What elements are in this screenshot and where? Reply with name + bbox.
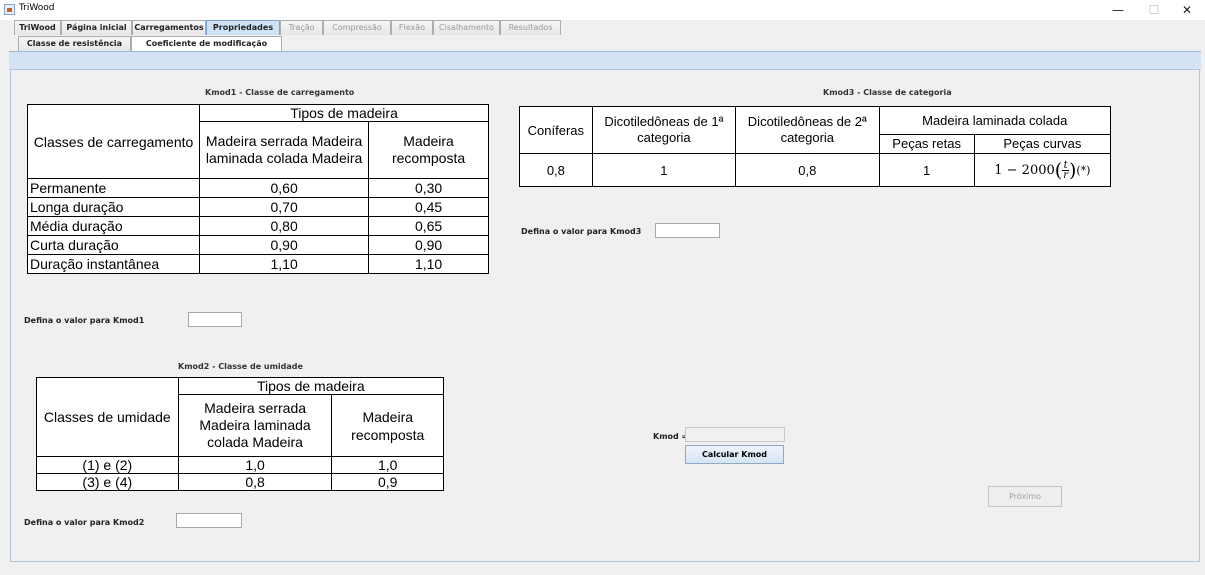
tab-carregamentos[interactable]: Carregamentos (132, 20, 206, 35)
kmod3-value-coniferas: 0,8 (519, 153, 593, 187)
tab-pagina-inicial[interactable]: Página inicial (61, 20, 132, 35)
kmod2-header-classes: Classes de umidade (36, 377, 179, 457)
tab-flexao[interactable]: Flexão (391, 20, 433, 35)
kmod3-table: Coníferas Dicotiledôneas de 1ª categoria… (519, 106, 1112, 187)
kmod1-header-recomposta: Madeira recomposta (368, 121, 489, 179)
table-row-label: (1) e (2) (36, 456, 179, 474)
tab-coeficiente-modificacao[interactable]: Coeficiente de modificação (131, 36, 282, 51)
kmod3-header-dicot1: Dicotiledôneas de 1ª categoria (591, 106, 737, 154)
table-cell: 0,30 (368, 178, 489, 198)
formula-prefix: 1 − 2000 (994, 162, 1055, 178)
table-cell: 0,45 (368, 197, 489, 217)
kmod2-header-recomposta: Madeira recomposta (331, 394, 444, 457)
kmod3-header-curvas: Peças curvas (973, 133, 1112, 155)
table-cell: 0,65 (368, 216, 489, 236)
kmod2-input[interactable] (176, 513, 242, 528)
tab-tracao[interactable]: Tração (280, 20, 323, 35)
kmod3-header-retas: Peças retas (878, 133, 975, 155)
kmod3-value-curvas: 1 − 2000(t r)(*) (973, 153, 1112, 187)
subtab-band (9, 51, 1201, 70)
title-bar: TriWood — ☐ ✕ (0, 0, 1205, 20)
kmod2-table: Classes de umidade Tipos de madeira Made… (36, 377, 445, 491)
kmod3-header-dicot2: Dicotiledôneas de 2ª categoria (735, 106, 880, 154)
kmod2-header-tipos: Tipos de madeira (177, 377, 445, 395)
table-cell: 1,0 (177, 456, 333, 474)
table-cell: 0,8 (177, 473, 333, 491)
table-cell: 0,90 (199, 235, 370, 255)
table-row-label: Média duração (26, 216, 201, 236)
kmod1-header-tipos: Tipos de madeira (199, 104, 489, 122)
kmod1-input[interactable] (188, 312, 242, 327)
kmod3-header-coniferas: Coníferas (519, 106, 593, 154)
tab-propriedades[interactable]: Propriedades (206, 20, 280, 35)
maximize-button[interactable]: ☐ (1136, 1, 1172, 19)
table-cell: 1,0 (331, 456, 444, 474)
kmod3-value-retas: 1 (878, 153, 975, 187)
formula-suffix: (*) (1076, 163, 1091, 177)
tab-compressao[interactable]: Compressão (323, 20, 391, 35)
proximo-button[interactable]: Próximo (988, 486, 1062, 507)
table-cell: 0,80 (199, 216, 370, 236)
table-row-label: Curta duração (26, 235, 201, 255)
kmod3-input[interactable] (655, 223, 720, 238)
table-cell: 0,70 (199, 197, 370, 217)
kmod-result-label: Kmod = (653, 432, 689, 441)
kmod-result-field (685, 427, 785, 442)
kmod3-value-dicot1: 1 (591, 153, 737, 187)
calcular-kmod-button[interactable]: Calcular Kmod (685, 445, 784, 464)
kmod2-header-serrada: Madeira serrada Madeira laminada colada … (177, 394, 333, 457)
kmod3-input-label: Defina o valor para Kmod3 (521, 227, 642, 236)
minimize-button[interactable]: — (1100, 1, 1136, 19)
curvas-formula: 1 − 2000(t r)(*) (994, 159, 1091, 181)
kmod1-input-label: Defina o valor para Kmod1 (24, 316, 145, 325)
kmod2-caption: Kmod2 - Classe de umidade (178, 362, 303, 371)
table-cell: 1,10 (199, 254, 370, 274)
kmod1-table: Classes de carregamento Tipos de madeira… (26, 104, 489, 274)
close-button[interactable]: ✕ (1169, 1, 1205, 19)
table-cell: 1,10 (368, 254, 489, 274)
table-row-label: (3) e (4) (36, 473, 179, 491)
kmod3-caption: Kmod3 - Classe de categoria (823, 88, 952, 97)
formula-fraction: tr (1062, 159, 1069, 181)
kmod2-input-label: Defina o valor para Kmod2 (24, 518, 145, 527)
formula-denominator: r (1063, 169, 1068, 181)
window-title: TriWood (19, 3, 55, 13)
kmod1-header-serrada: Madeira serrada Madeira laminada colada … (199, 121, 370, 179)
formula-numerator: t (1062, 159, 1069, 171)
kmod3-value-dicot2: 0,8 (735, 153, 880, 187)
table-row-label: Longa duração (26, 197, 201, 217)
table-cell: 0,9 (331, 473, 444, 491)
kmod1-header-classes: Classes de carregamento (26, 104, 201, 179)
tab-resultados[interactable]: Resultados (500, 20, 561, 35)
kmod1-caption: Kmod1 - Classe de carregamento (205, 88, 355, 97)
table-row-label: Duração instantânea (26, 254, 201, 274)
tab-triwood[interactable]: TriWood (14, 20, 61, 35)
table-cell: 0,90 (368, 235, 489, 255)
app-icon (4, 4, 15, 15)
table-row-label: Permanente (26, 178, 201, 198)
table-cell: 0,60 (199, 178, 370, 198)
kmod3-header-mlc: Madeira laminada colada (878, 106, 1111, 135)
tab-classe-resistencia[interactable]: Classe de resistência (18, 36, 131, 51)
tab-cisalhamento[interactable]: Cisalhamento (433, 20, 500, 35)
